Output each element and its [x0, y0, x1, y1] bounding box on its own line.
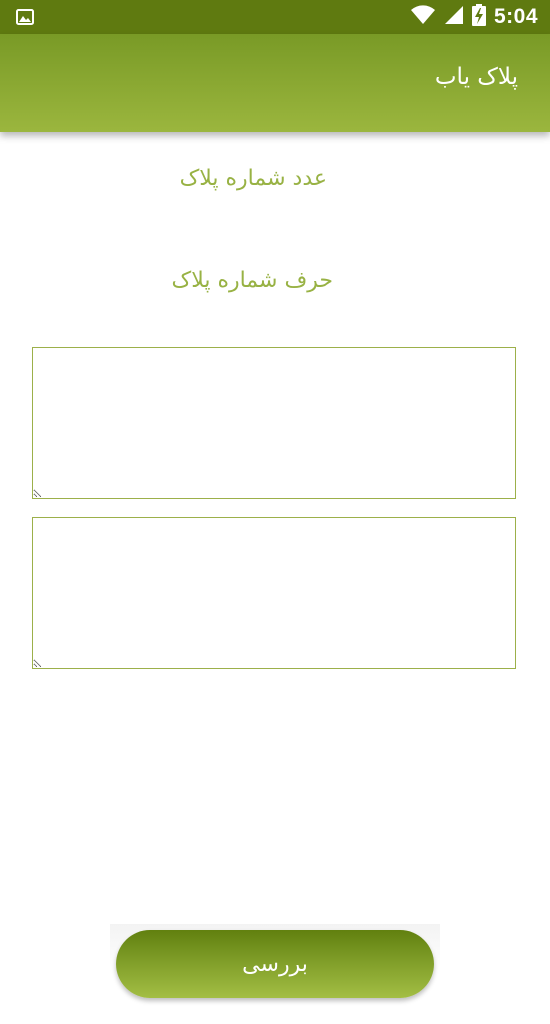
plate-number-input[interactable] — [32, 347, 516, 499]
toolbar-title: پلاک یاب — [434, 64, 518, 90]
plate-number-label: عدد شماره پلاک — [179, 166, 327, 191]
status-bar: 5:04 — [0, 0, 550, 34]
wifi-icon — [410, 5, 436, 29]
status-icons: 5:04 — [410, 0, 538, 34]
app-toolbar: پلاک یاب — [0, 34, 550, 132]
signal-icon — [444, 5, 464, 29]
check-button-label: بررسی — [242, 951, 308, 977]
plate-letter-input[interactable] — [32, 517, 516, 669]
battery-charging-icon — [471, 4, 486, 30]
status-time: 5:04 — [493, 5, 538, 28]
check-button[interactable]: بررسی — [116, 930, 434, 998]
plate-letter-label: حرف شماره پلاک — [171, 268, 333, 293]
image-icon — [16, 9, 34, 25]
app-screen: 5:04 پلاک یاب عدد شماره پلاک حرف شماره پ… — [0, 0, 550, 1024]
